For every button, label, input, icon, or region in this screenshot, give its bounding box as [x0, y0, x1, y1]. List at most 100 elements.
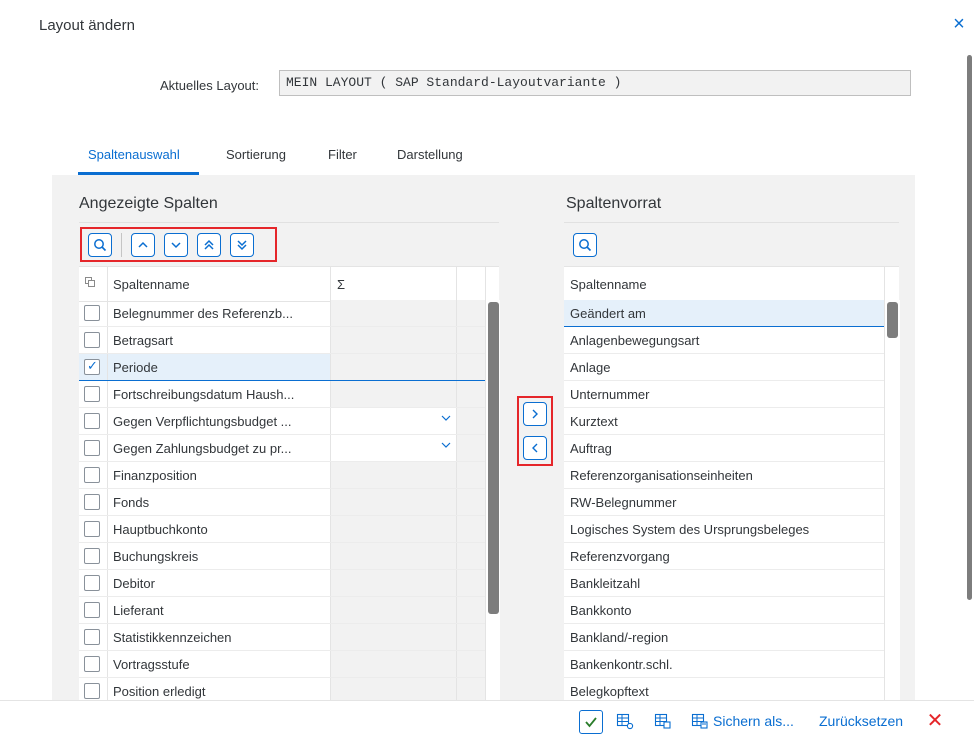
dialog-scrollbar[interactable]: [967, 55, 972, 600]
table-row[interactable]: Buchungskreis: [79, 543, 486, 570]
table-row[interactable]: Statistikkennzeichen: [79, 624, 486, 651]
row-checkbox[interactable]: [84, 683, 100, 699]
checkmark-icon: [585, 717, 597, 728]
table-row[interactable]: Vortragsstufe: [79, 651, 486, 678]
chevron-down-icon[interactable]: [440, 412, 452, 427]
tab-filter[interactable]: Filter: [328, 147, 357, 162]
row-label: Finanzposition: [113, 468, 197, 483]
row-checkbox[interactable]: [84, 494, 100, 510]
displayed-columns-table: Spaltenname Σ Belegnummer des Referenzb.…: [79, 266, 500, 705]
table-row[interactable]: Bankenkontr.schl.: [564, 651, 884, 678]
save-as-button[interactable]: Sichern als...: [713, 713, 794, 729]
table-row[interactable]: Logisches System des Ursprungsbeleges: [564, 516, 884, 543]
table-row[interactable]: Fortschreibungsdatum Haush...: [79, 381, 486, 408]
table-row[interactable]: Finanzposition: [79, 462, 486, 489]
row-label: Vortragsstufe: [113, 657, 190, 672]
sum-cell: [330, 354, 457, 380]
table-row[interactable]: Gegen Verpflichtungsbudget ...: [79, 408, 486, 435]
row-label: Bankland/-region: [570, 630, 669, 645]
cancel-icon[interactable]: ✕: [925, 709, 945, 733]
table-row[interactable]: Anlage: [564, 354, 884, 381]
sum-cell[interactable]: [330, 408, 457, 434]
tab-spaltenauswahl[interactable]: Spaltenauswahl: [88, 147, 180, 162]
settings-grid-icon[interactable]: [616, 712, 636, 732]
pool-search-button[interactable]: [573, 233, 597, 257]
current-layout-field: MEIN LAYOUT ( SAP Standard-Layoutvariant…: [279, 70, 911, 96]
table-row[interactable]: RW-Belegnummer: [564, 489, 884, 516]
row-label: Statistikkennzeichen: [113, 630, 232, 645]
row-checkbox[interactable]: [84, 467, 100, 483]
table-row[interactable]: Referenzvorgang: [564, 543, 884, 570]
sum-cell: [330, 381, 457, 407]
table-row[interactable]: Hauptbuchkonto: [79, 516, 486, 543]
table-row[interactable]: Gegen Zahlungsbudget zu pr...: [79, 435, 486, 462]
table-row[interactable]: Periode: [79, 354, 486, 381]
row-label: Position erledigt: [113, 684, 206, 699]
row-label: Hauptbuchkonto: [113, 522, 208, 537]
row-label: Anlage: [570, 360, 611, 375]
row-checkbox[interactable]: [84, 386, 100, 402]
row-checkbox[interactable]: [84, 358, 100, 375]
scrollbar-thumb[interactable]: [887, 302, 898, 338]
table-row[interactable]: Bankkonto: [564, 597, 884, 624]
tab-sortierung[interactable]: Sortierung: [226, 147, 286, 162]
row-checkbox[interactable]: [84, 656, 100, 672]
add-column-button[interactable]: [523, 402, 547, 426]
row-label: Debitor: [113, 576, 155, 591]
row-label: RW-Belegnummer: [570, 495, 677, 510]
scrollbar-thumb[interactable]: [488, 302, 499, 614]
ok-button[interactable]: [579, 710, 603, 734]
row-label: Belegnummer des Referenzb...: [113, 306, 293, 321]
row-checkbox[interactable]: [84, 602, 100, 618]
column-pool-scrollbar[interactable]: [884, 300, 900, 700]
column-pool-toolbar: [564, 222, 899, 267]
row-checkbox[interactable]: [84, 629, 100, 645]
table-row[interactable]: Bankland/-region: [564, 624, 884, 651]
reset-button[interactable]: Zurücksetzen: [819, 713, 903, 729]
column-pool-table: Spaltenname Geändert am Anlagenbewegungsa…: [564, 266, 900, 705]
row-checkbox[interactable]: [84, 575, 100, 591]
table-row[interactable]: Unternummer: [564, 381, 884, 408]
chevron-down-icon[interactable]: [440, 439, 452, 454]
tab-darstellung[interactable]: Darstellung: [397, 147, 463, 162]
row-checkbox[interactable]: [84, 332, 100, 348]
sum-cell: [330, 516, 457, 542]
row-label: Fortschreibungsdatum Haush...: [113, 387, 295, 402]
layout-grid-icon[interactable]: [654, 712, 674, 732]
sum-cell: [330, 624, 457, 650]
select-all-icon[interactable]: [85, 276, 96, 291]
close-icon[interactable]: ×: [949, 13, 969, 35]
sum-cell: [330, 489, 457, 515]
row-checkbox[interactable]: [84, 413, 100, 429]
sum-cell[interactable]: [330, 435, 457, 461]
row-checkbox[interactable]: [84, 548, 100, 564]
column-header-name[interactable]: Spaltenname: [570, 277, 647, 292]
row-label: Bankkonto: [570, 603, 632, 618]
displayed-columns-scrollbar[interactable]: [485, 300, 500, 700]
dialog-title: Layout ändern: [39, 17, 135, 34]
table-row[interactable]: Fonds: [79, 489, 486, 516]
table-header: Spaltenname: [564, 266, 899, 302]
row-label: Buchungskreis: [113, 549, 199, 564]
row-checkbox[interactable]: [84, 440, 100, 456]
column-header-sum[interactable]: Σ: [337, 277, 345, 292]
table-row[interactable]: Betragsart: [79, 327, 486, 354]
table-row[interactable]: Geändert am: [564, 300, 884, 327]
remove-column-button[interactable]: [523, 436, 547, 460]
table-row[interactable]: Auftrag: [564, 435, 884, 462]
row-checkbox[interactable]: [84, 305, 100, 321]
table-row[interactable]: Anlagenbewegungsart: [564, 327, 884, 354]
column-header-name[interactable]: Spaltenname: [113, 277, 190, 292]
sum-cell: [330, 543, 457, 569]
table-row[interactable]: Kurztext: [564, 408, 884, 435]
row-label: Bankenkontr.schl.: [570, 657, 673, 672]
table-row[interactable]: Referenzorganisationseinheiten: [564, 462, 884, 489]
table-row[interactable]: Bankleitzahl: [564, 570, 884, 597]
row-checkbox[interactable]: [84, 521, 100, 537]
row-label: Gegen Verpflichtungsbudget ...: [113, 414, 292, 429]
table-row[interactable]: Belegnummer des Referenzb...: [79, 300, 486, 327]
row-label: Unternummer: [570, 387, 650, 402]
table-row[interactable]: Lieferant: [79, 597, 486, 624]
table-row[interactable]: Debitor: [79, 570, 486, 597]
save-as-icon[interactable]: [691, 712, 711, 732]
